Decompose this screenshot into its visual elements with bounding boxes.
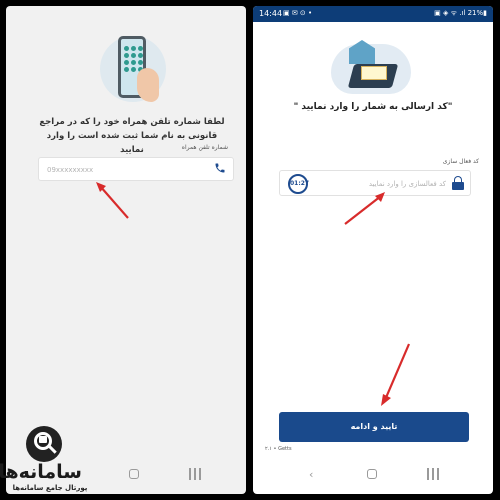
samaneha-logo: سامانه‌ها پورتال جامع سامانه‌ها: [0, 420, 110, 496]
phone-icon: [213, 162, 227, 176]
code-field-label: کد فعال سازی: [442, 158, 479, 165]
confirm-continue-button[interactable]: تایید و ادامه: [279, 412, 469, 442]
back-nav-icon[interactable]: ‹: [309, 468, 313, 481]
phone-input[interactable]: [47, 164, 197, 176]
recent-apps-icon[interactable]: [189, 468, 201, 480]
sms-illustration: [323, 36, 413, 94]
keypad-illustration: [124, 46, 143, 72]
countdown-timer: 01:27: [288, 174, 309, 194]
red-arrow-icon: [344, 192, 385, 225]
message-card-icon: [361, 66, 387, 80]
status-time: 14:44: [259, 9, 283, 18]
home-nav-icon[interactable]: [129, 469, 139, 479]
status-battery: ▣ ◈ ᯤ .ıl 21%▮: [434, 9, 487, 17]
composite-frame: لطفا شماره تلفن همراه خود را که در مراجع…: [0, 0, 500, 500]
logo-brand: سامانه‌ها: [0, 461, 82, 483]
activation-code-screen: 14:44 ▣ ✉ ⊙ • ▣ ◈ ᯤ .ıl 21%▮ "کد ارسالی …: [253, 6, 493, 494]
logo-tagline: پورتال جامع سامانه‌ها: [12, 484, 88, 492]
home-nav-icon[interactable]: [367, 469, 377, 479]
android-navbar: ‹: [253, 460, 493, 494]
phone-field[interactable]: [38, 157, 234, 181]
search-monitor-icon: [26, 426, 62, 462]
status-notification-icons: ▣ ✉ ⊙ •: [283, 9, 313, 17]
recent-apps-icon[interactable]: [427, 468, 439, 480]
lock-icon: [452, 176, 464, 190]
red-arrow-icon: [381, 343, 411, 406]
phone-field-label: شماره تلفن همراه: [181, 144, 228, 151]
hand-illustration: [137, 68, 159, 102]
screen-title: "کد ارسالی به شمار را وارد نمایید ": [293, 102, 453, 112]
status-bar: 14:44 ▣ ✉ ⊙ • ▣ ◈ ᯤ .ıl 21%▮: [253, 6, 493, 22]
red-arrow-icon: [96, 182, 129, 219]
version-text: ۲.۱ • Getts: [265, 446, 292, 452]
